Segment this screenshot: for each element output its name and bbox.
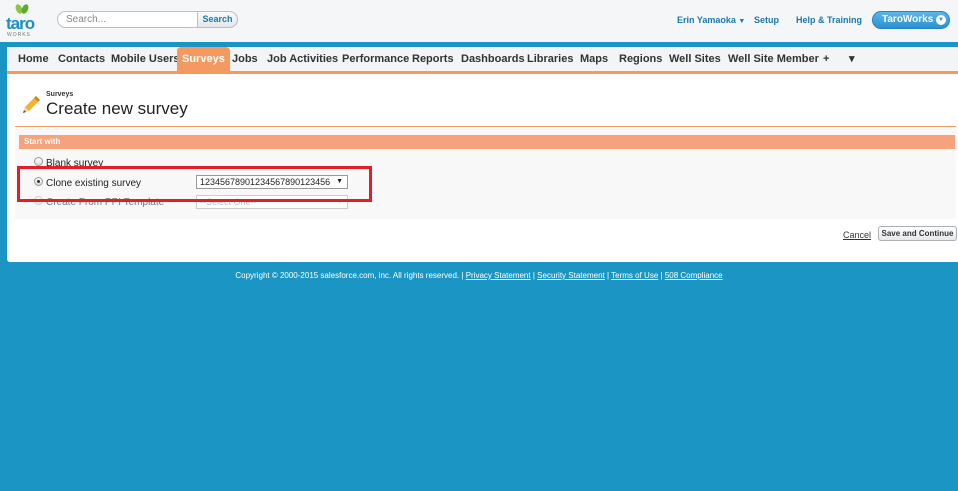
privacy-statement-link[interactable]: Privacy Statement	[466, 271, 531, 280]
copyright-text: Copyright © 2000-2015 salesforce.com, in…	[235, 271, 464, 280]
page-title: Create new survey	[46, 99, 188, 118]
tab-mobile-users[interactable]: Mobile Users	[111, 47, 179, 71]
tab-home[interactable]: Home	[18, 47, 49, 71]
blank-survey-radio[interactable]	[34, 157, 43, 166]
section-header: Start with	[19, 135, 955, 149]
508-compliance-link[interactable]: 508 Compliance	[665, 271, 723, 280]
search-button[interactable]: Search	[197, 11, 238, 28]
user-menu[interactable]: Erin Yamaoka ▼	[677, 15, 745, 25]
tab-dashboards[interactable]: Dashboards	[461, 47, 525, 71]
search-input[interactable]: Search...	[57, 11, 197, 28]
tab-surveys[interactable]: Surveys	[177, 47, 230, 71]
help-training-link[interactable]: Help & Training	[796, 15, 862, 25]
tab-well-site-member[interactable]: Well Site Member	[728, 47, 819, 71]
footer-separator: |	[606, 271, 610, 280]
taroworks-logo[interactable]: taro WORKS	[6, 3, 38, 38]
user-name: Erin Yamaoka	[677, 15, 736, 25]
terms-of-use-link[interactable]: Terms of Use	[611, 271, 658, 280]
tab-libraries[interactable]: Libraries	[527, 47, 573, 71]
save-and-continue-button[interactable]: Save and Continue	[878, 226, 957, 241]
logo-text: taro	[6, 14, 35, 33]
divider	[15, 126, 956, 127]
chevron-down-icon: ▼	[738, 18, 746, 25]
tab-bar: Home Contacts Mobile Users Surveys Jobs …	[7, 47, 958, 74]
annotation-highlight-box	[17, 166, 372, 202]
tab-regions[interactable]: Regions	[619, 47, 662, 71]
tab-contacts[interactable]: Contacts	[58, 47, 105, 71]
footer-separator: |	[532, 271, 535, 280]
setup-link[interactable]: Setup	[754, 15, 779, 25]
logo-subtext: WORKS	[7, 32, 31, 38]
footer: Copyright © 2000-2015 salesforce.com, in…	[0, 271, 958, 280]
tab-well-sites[interactable]: Well Sites	[669, 47, 721, 71]
footer-separator: |	[660, 271, 663, 280]
tab-more-icon[interactable]: ▾	[849, 47, 855, 71]
app-switcher-button[interactable]: TaroWorks ▼	[872, 11, 950, 29]
security-statement-link[interactable]: Security Statement	[537, 271, 605, 280]
tab-reports[interactable]: Reports	[412, 47, 454, 71]
chevron-down-icon: ▼	[936, 15, 946, 25]
tab-maps[interactable]: Maps	[580, 47, 608, 71]
breadcrumb[interactable]: Surveys	[46, 91, 73, 98]
pencil-icon	[23, 96, 40, 113]
tab-job-activities[interactable]: Job Activities	[267, 47, 338, 71]
global-header: taro WORKS Search... Search Erin Yamaoka…	[0, 0, 958, 42]
tab-add-icon[interactable]: +	[823, 47, 829, 71]
cancel-link[interactable]: Cancel	[843, 230, 871, 240]
app-switcher-label: TaroWorks	[882, 14, 934, 25]
tab-performance[interactable]: Performance	[342, 47, 409, 71]
tab-jobs[interactable]: Jobs	[232, 47, 258, 71]
